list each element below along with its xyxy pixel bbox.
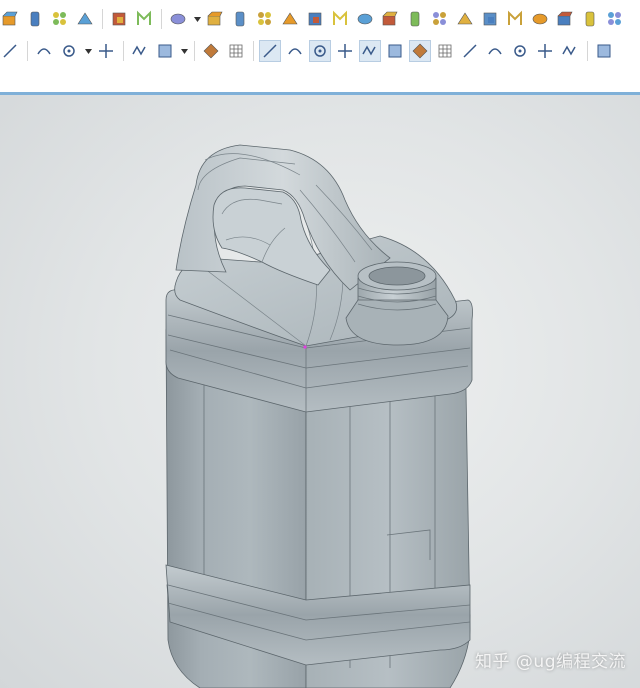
line-icon[interactable] (285, 41, 305, 61)
dropdown-arrow-icon[interactable] (180, 41, 188, 61)
spline-icon[interactable] (359, 40, 381, 62)
toolbar-area (0, 0, 640, 92)
cone-icon[interactable] (430, 9, 450, 29)
rectangle-select-icon[interactable] (155, 41, 175, 61)
toolbar-separator (253, 41, 254, 61)
point-set-icon[interactable] (130, 41, 150, 61)
toolbar-separator (161, 9, 162, 29)
bridge-surface-icon[interactable] (455, 9, 475, 29)
measure-icon[interactable] (535, 41, 555, 61)
solid-view-icon[interactable] (226, 41, 246, 61)
toolbar-separator (27, 41, 28, 61)
draft-icon[interactable] (280, 9, 300, 29)
dropdown-arrow-icon[interactable] (193, 9, 201, 29)
datum-point-icon[interactable] (168, 9, 188, 29)
circle-point-icon[interactable] (460, 41, 480, 61)
intersect-point-icon[interactable] (409, 40, 431, 62)
boolean-icon[interactable] (230, 9, 250, 29)
shaded-view-icon[interactable] (201, 41, 221, 61)
toolbar-row-2 (0, 36, 640, 66)
jerrycan-model[interactable] (0, 95, 640, 688)
toolbar-separator (194, 41, 195, 61)
toolbar-separator (102, 9, 103, 29)
undo-icon[interactable] (0, 41, 20, 61)
curve-tool-icon[interactable] (605, 9, 625, 29)
watermark: 知乎 @ug编程交流 (475, 652, 626, 672)
plus-point-icon[interactable] (485, 41, 505, 61)
toolbar-separator (587, 41, 588, 61)
line-angle-icon[interactable] (309, 40, 331, 62)
slash-icon[interactable] (510, 41, 530, 61)
diamond-icon[interactable] (560, 41, 580, 61)
block-array-icon[interactable] (75, 9, 95, 29)
toolbar-separator (123, 41, 124, 61)
pattern-icon[interactable] (109, 9, 129, 29)
offset-face-icon[interactable] (355, 9, 375, 29)
snap-icon[interactable] (34, 41, 54, 61)
unite-icon[interactable] (134, 9, 154, 29)
center-point-icon[interactable] (435, 41, 455, 61)
mesh-icon[interactable] (594, 41, 614, 61)
extrude-icon[interactable] (0, 9, 20, 29)
split-body-icon[interactable] (555, 9, 575, 29)
redo-icon[interactable] (96, 41, 116, 61)
rotate-icon[interactable] (305, 9, 325, 29)
curve-icon[interactable] (385, 41, 405, 61)
mirror-icon[interactable] (205, 9, 225, 29)
cylinder-icon[interactable] (25, 9, 45, 29)
trim-body-icon[interactable] (380, 9, 400, 29)
sketch-icon[interactable] (50, 9, 70, 29)
arc-icon[interactable] (335, 41, 355, 61)
dropdown-arrow-icon[interactable] (84, 41, 92, 61)
sweep-icon[interactable] (505, 9, 525, 29)
sphere-icon[interactable] (580, 9, 600, 29)
snap-grid-icon[interactable] (259, 40, 281, 62)
face-blend-icon[interactable] (480, 9, 500, 29)
graphics-viewport[interactable]: 知乎 @ug编程交流 (0, 95, 640, 688)
toolbar-row-1 (0, 4, 640, 34)
select-box-icon[interactable] (59, 41, 79, 61)
shell-icon[interactable] (255, 9, 275, 29)
box-icon[interactable] (405, 9, 425, 29)
thicken-icon[interactable] (330, 9, 350, 29)
solid-cube-icon[interactable] (530, 9, 550, 29)
